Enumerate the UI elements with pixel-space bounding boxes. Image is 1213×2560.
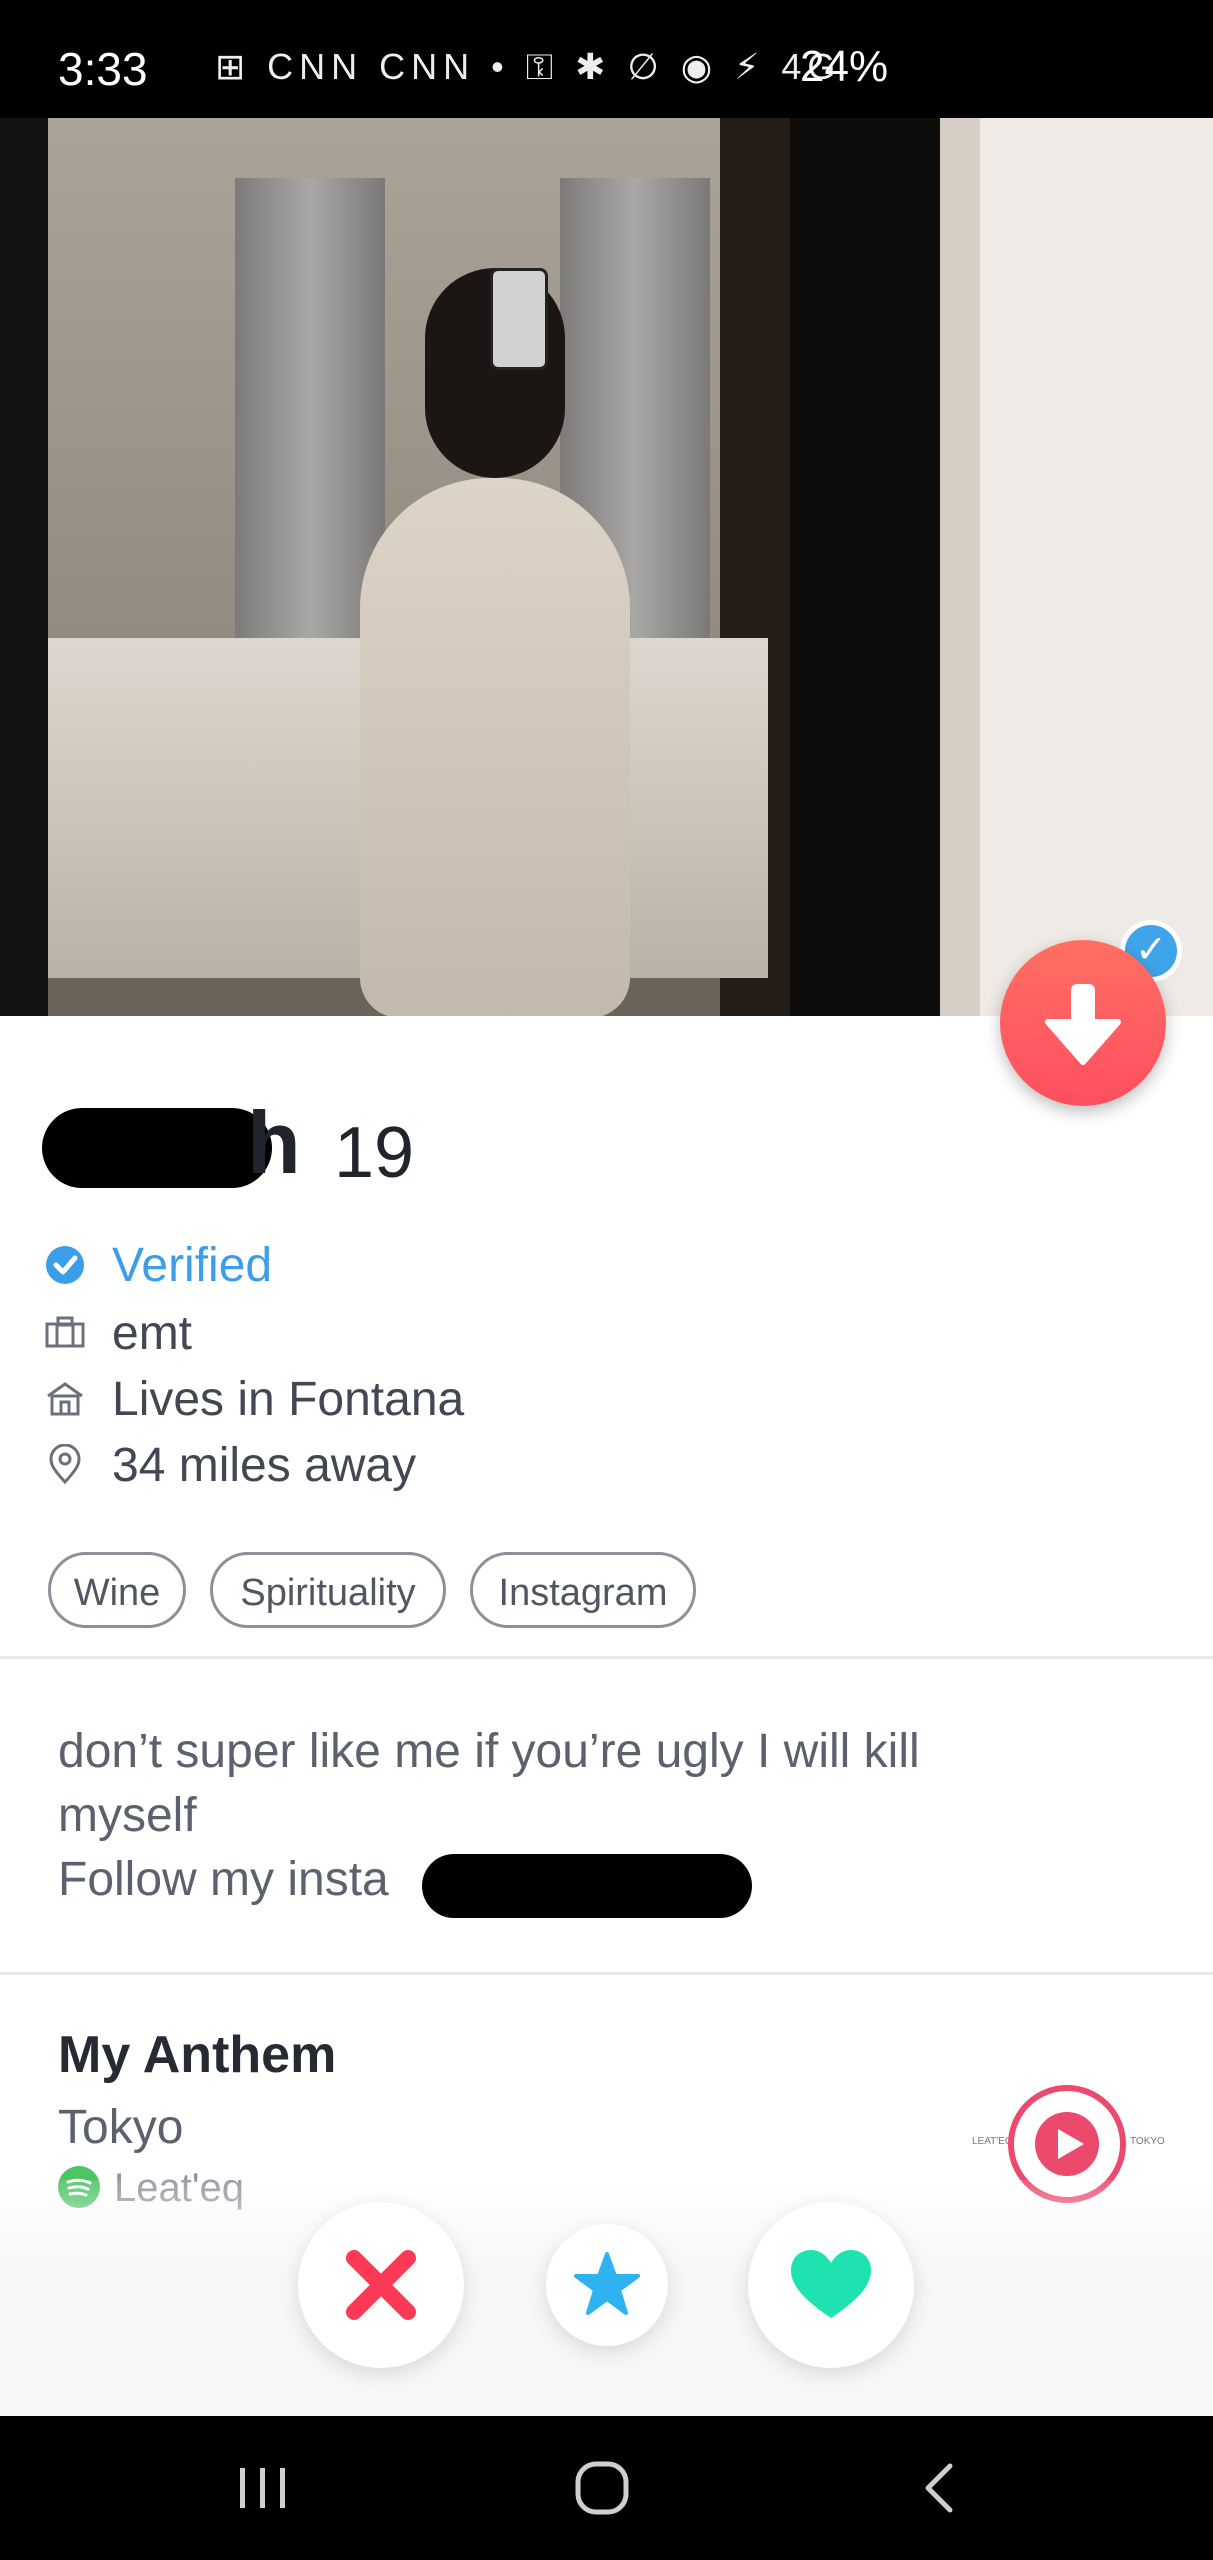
verified-label: Verified: [112, 1239, 273, 1292]
profile-photo[interactable]: [0, 118, 1213, 1016]
back-chevron-icon[interactable]: [920, 2460, 960, 2516]
x-icon: [346, 2250, 416, 2320]
house-icon: [47, 1382, 83, 1416]
distance-label: 34 miles away: [112, 1439, 417, 1492]
status-icons: ⊞ CNN CNN • ⚿ ✱ ∅ ◉ ⚡ 4G: [215, 46, 842, 87]
arrow-down-icon: [1045, 984, 1121, 1065]
bio-text: don’t super like me if you’re ugly I wil…: [58, 1720, 1138, 1918]
anthem-title: My Anthem: [58, 2026, 337, 2084]
bio-line-3-row: Follow my insta: [58, 1848, 1138, 1918]
name-redaction: [42, 1108, 272, 1188]
interest-chip-instagram[interactable]: Instagram: [470, 1552, 696, 1628]
lives-in-label: Lives in Fontana: [112, 1373, 465, 1426]
status-time: 3:33: [58, 43, 148, 95]
pin-icon: [49, 1444, 81, 1485]
job-label: emt: [112, 1307, 193, 1360]
divider-bottom: [0, 1972, 1213, 1975]
heart-icon: [791, 2250, 871, 2318]
battery-percent: 24%: [800, 42, 889, 91]
briefcase-icon: [45, 1316, 85, 1348]
insta-redaction: [422, 1854, 752, 1918]
photo-phone: [490, 268, 548, 370]
disc-left-label: LEAT'EQ: [972, 2136, 1013, 2147]
interest-chip-spirituality[interactable]: Spirituality: [210, 1552, 446, 1628]
check-badge-icon: [46, 1246, 84, 1284]
bio-line-2: myself: [58, 1789, 197, 1842]
interest-chip-wine[interactable]: Wine: [48, 1552, 186, 1628]
bio-line-1: don’t super like me if you’re ugly I wil…: [58, 1725, 920, 1778]
like-button[interactable]: [748, 2202, 914, 2368]
system-nav-bar: [0, 2416, 1213, 2560]
photo-figure-body: [360, 478, 630, 1016]
profile-age: 19: [334, 1113, 415, 1193]
disc-right-label: TOKYO: [1130, 2136, 1165, 2147]
bio-line-3: Follow my insta: [58, 1853, 389, 1906]
home-circle-icon[interactable]: [574, 2460, 630, 2516]
profile-name: h: [247, 1093, 301, 1192]
star-icon: [574, 2252, 640, 2315]
divider-top: [0, 1656, 1213, 1659]
anthem-song: Tokyo: [58, 2101, 184, 2154]
recent-apps-icon[interactable]: [236, 2464, 290, 2512]
arrow-down-button[interactable]: [1000, 940, 1166, 1106]
super-like-button[interactable]: [546, 2224, 668, 2346]
nope-button[interactable]: [298, 2202, 464, 2368]
status-bar: 3:33 ⊞ CNN CNN • ⚿ ✱ ∅ ◉ ⚡ 4G 24%: [0, 0, 1213, 118]
